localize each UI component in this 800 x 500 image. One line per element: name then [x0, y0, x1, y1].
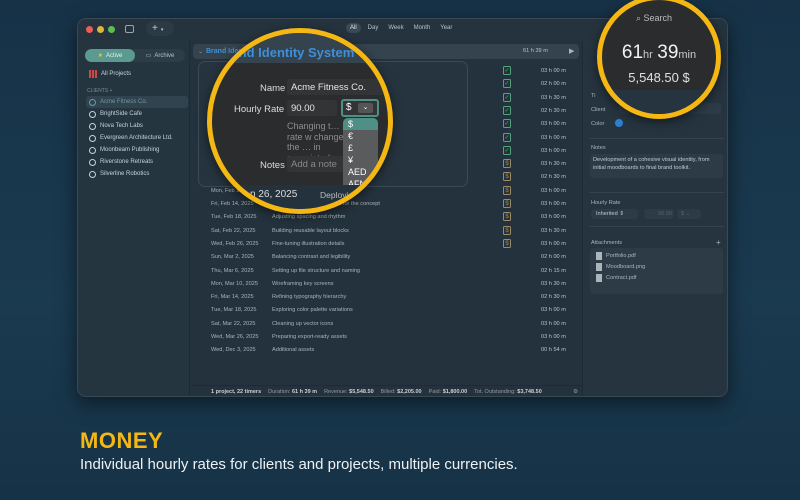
table-row[interactable]: Sun, Mar 2, 2025 Balancing contrast and l…	[211, 251, 581, 264]
chevron-down-icon: ▾	[160, 27, 164, 33]
person-icon	[89, 170, 96, 178]
table-row[interactable]: Wed, Dec 3, 2025 Additional assets 00 h 54…	[211, 344, 581, 357]
attachment-item[interactable]: Moodboard.png	[596, 263, 645, 271]
gear-icon[interactable]: ⚙	[573, 389, 578, 395]
currency-option[interactable]: €	[343, 130, 378, 142]
currency-option[interactable]: ¥	[343, 154, 378, 166]
sidebar-item-client[interactable]: Nova Tech Labs	[86, 120, 188, 132]
active-segment[interactable]: ★ Active	[85, 49, 135, 62]
sidebar: ★ Active ▭ Archive All Projects CLIENTS + …	[78, 41, 190, 396]
billed-invoice-icon[interactable]: $	[503, 172, 511, 182]
notes-input[interactable]: Add a note	[287, 156, 347, 172]
table-row[interactable]: Mon, Mar 10, 2025 Wireframing key screens…	[211, 278, 581, 291]
paid-check-icon[interactable]: ✓	[503, 132, 511, 142]
currency-option[interactable]: AED	[343, 166, 378, 178]
range-tabs: All Day Week Month Year	[346, 23, 455, 33]
hourly-rate-input[interactable]: 90.00	[287, 100, 337, 116]
billed-invoice-icon[interactable]: $	[503, 159, 511, 169]
document-icon	[596, 252, 602, 260]
sidebar-toggle-icon[interactable]	[125, 25, 134, 33]
color-swatch[interactable]	[615, 119, 623, 127]
client-name-input[interactable]: Acme Fitness Co.	[287, 79, 388, 95]
tab-all[interactable]: All	[346, 23, 361, 33]
active-archive-toggle: ★ Active ▭ Archive	[85, 49, 185, 62]
archive-segment[interactable]: ▭ Archive	[135, 49, 185, 62]
currency-dropdown: $ € £ ¥ AED AFN	[343, 118, 378, 190]
document-icon	[596, 274, 602, 282]
sidebar-item-client[interactable]: BrightSide Cafe	[86, 108, 188, 120]
total-amount: 5,548.50 $	[628, 70, 690, 85]
tab-week[interactable]: Week	[385, 23, 406, 33]
table-row[interactable]: Sat, Mar 22, 2025 Cleaning up vector icon…	[211, 318, 581, 331]
star-icon: ★	[97, 53, 104, 59]
sidebar-item-client[interactable]: Riverstone Retreats	[86, 156, 188, 168]
rate-value-input[interactable]: 90.00	[644, 209, 674, 219]
paid-check-icon[interactable]: ✓	[503, 119, 511, 129]
totals-magnifier: ⌕ Search 61hr 39min 5,548.50 $	[597, 0, 721, 119]
table-row[interactable]: Tue, Mar 18, 2025 Exploring color palette…	[211, 304, 581, 317]
currency-option[interactable]: £	[343, 142, 378, 154]
table-row[interactable]: Fri, Mar 14, 2025 Refining typography hie…	[211, 291, 581, 304]
add-client-icon[interactable]: +	[110, 88, 113, 94]
total-duration: 61hr 39min	[621, 42, 697, 63]
table-row[interactable]: Thu, Mar 6, 2025 Setting up file structur…	[211, 265, 581, 278]
popover-magnifier: Brand Identity System Name Acme Fitness …	[207, 28, 393, 214]
document-icon	[596, 263, 602, 271]
sidebar-item-client[interactable]: Silverline Robotics	[86, 168, 188, 180]
tab-year[interactable]: Year	[437, 23, 455, 33]
currency-option[interactable]: $	[343, 118, 378, 130]
person-icon	[89, 146, 96, 154]
zoom-window-button[interactable]	[108, 26, 115, 33]
person-icon	[89, 134, 96, 142]
headline: MONEY	[80, 428, 164, 453]
close-window-button[interactable]	[86, 26, 93, 33]
currency-select[interactable]: $ ⌄	[341, 99, 379, 117]
sidebar-item-client[interactable]: Moonbeam Publishing	[86, 144, 188, 156]
grid-icon	[89, 70, 97, 78]
attachment-item[interactable]: Portfolio.pdf	[596, 252, 636, 260]
status-bar: 1 project, 22 timers Duration: 61 h 39 m…	[191, 385, 582, 396]
paid-check-icon[interactable]: ✓	[503, 66, 511, 75]
chevron-down-icon: ⌄	[358, 103, 373, 113]
add-button[interactable]: + ▾	[146, 21, 174, 36]
table-row[interactable]: Wed, Feb 26, 2025 Fine-tuning illustratio…	[211, 238, 581, 251]
project-total: 61 h 39 m	[523, 48, 548, 54]
sidebar-item-client[interactable]: Evergreen Architecture Ltd.	[86, 132, 188, 144]
person-icon	[89, 122, 96, 130]
attachment-item[interactable]: Contract.pdf	[596, 274, 636, 282]
minimize-window-button[interactable]	[97, 26, 104, 33]
sidebar-item-all-projects[interactable]: All Projects	[86, 68, 188, 80]
paid-check-icon[interactable]: ✓	[503, 145, 511, 155]
billed-invoice-icon[interactable]: $	[503, 238, 511, 248]
person-icon	[89, 110, 96, 118]
add-attachment-icon[interactable]: +	[716, 238, 721, 247]
search-field[interactable]: ⌕ Search	[636, 13, 672, 24]
rate-currency-select[interactable]: $ ⌄	[677, 209, 701, 219]
subtitle: Individual hourly rates for clients and …	[80, 456, 518, 473]
notes-field[interactable]: Development of a cohesive visual identit…	[590, 154, 723, 178]
table-row[interactable]: Tue, Feb 18, 2025 Adjusting spacing and r…	[211, 211, 581, 224]
person-icon	[89, 158, 96, 166]
billed-invoice-icon[interactable]: $	[503, 199, 511, 208]
tab-month[interactable]: Month	[411, 23, 434, 33]
sidebar-item-client[interactable]: Acme Fitness Co.	[86, 96, 188, 108]
billed-invoice-icon[interactable]: $	[503, 185, 511, 195]
paid-check-icon[interactable]: ✓	[503, 105, 511, 115]
billed-invoice-icon[interactable]: $	[503, 225, 511, 235]
play-icon[interactable]: ▶	[569, 47, 574, 55]
chevron-down-icon: ⌄	[198, 49, 204, 55]
table-row[interactable]: Sat, Feb 22, 2025 Building reusable layou…	[211, 225, 581, 238]
tab-day[interactable]: Day	[365, 23, 382, 33]
rate-mode-select[interactable]: Inherited ⇕	[591, 209, 638, 219]
table-row[interactable]: Wed, Mar 26, 2025 Preparing export-ready …	[211, 331, 581, 344]
paid-check-icon[interactable]: ✓	[503, 79, 511, 89]
notes-label: Notes	[591, 145, 606, 151]
person-icon	[89, 98, 96, 106]
billed-invoice-icon[interactable]: $	[503, 212, 511, 222]
archive-box-icon: ▭	[145, 53, 152, 59]
clients-header: CLIENTS +	[87, 88, 113, 94]
paid-check-icon[interactable]: ✓	[503, 92, 511, 102]
